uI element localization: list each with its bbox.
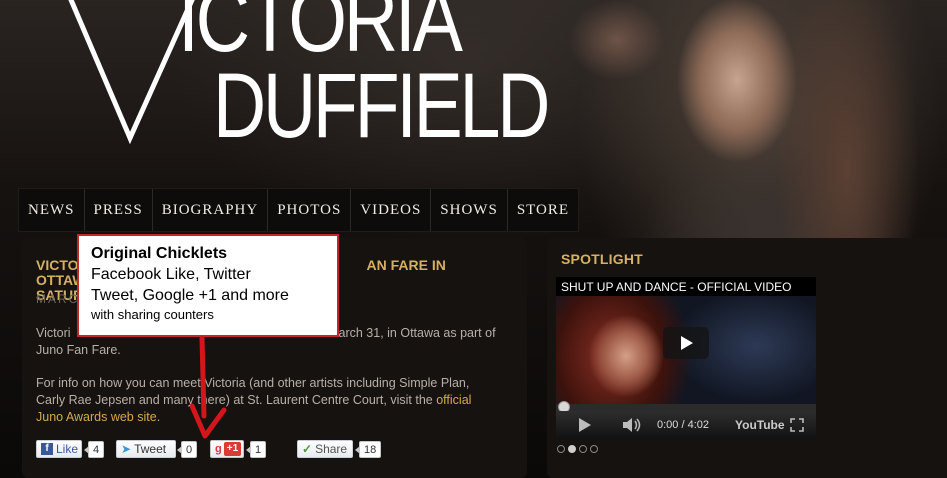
tweet-button[interactable]: ➤ Tweet [116, 440, 176, 458]
callout-line-2: Tweet, Google +1 and more [91, 287, 289, 304]
post-p2-end: . [156, 410, 161, 424]
post-p1-line2: Juno Fan Fare. [36, 343, 121, 357]
callout-line-1: Facebook Like, Twitter [91, 266, 251, 283]
official-link-part2[interactable]: Juno Awards web site [36, 410, 157, 424]
share-icon: ✓ [302, 442, 313, 456]
youtube-logo-icon[interactable]: YouTube [735, 418, 785, 432]
callout-arrow-icon [190, 336, 227, 439]
callout-small-text: with sharing counters [91, 307, 214, 322]
facebook-like-button[interactable]: f Like [36, 440, 82, 458]
share-button[interactable]: ✓ Share [297, 440, 353, 458]
share-count: 18 [354, 441, 382, 458]
nav-shows[interactable]: SHOWS [431, 189, 508, 231]
callout-title: Original Chicklets [91, 245, 228, 262]
slide-dot-2[interactable] [568, 445, 576, 453]
official-link-part1[interactable]: official [436, 393, 471, 407]
post-p2-line2-mid: there) at St. Laurent Centre Court, visi… [197, 393, 437, 407]
video-time: 0:00 / 4:02 [657, 419, 709, 431]
video-progress-bar[interactable] [556, 404, 816, 411]
volume-icon[interactable] [622, 418, 642, 432]
post-paragraph-2: For info on how you can meet Victoria (a… [36, 375, 511, 426]
logo-text-line2[interactable]: DUFFIELD [213, 60, 550, 152]
nav-photos[interactable]: PHOTOS [268, 189, 352, 231]
nav-press[interactable]: PRESS [85, 189, 153, 231]
facebook-like-count: 4 [83, 441, 105, 458]
nav-videos[interactable]: VIDEOS [351, 189, 432, 231]
tweet-label: Tweet [134, 442, 167, 456]
nav-news[interactable]: NEWS [19, 189, 85, 231]
post-p1-start: Victori [36, 326, 71, 340]
slide-dots [557, 445, 598, 453]
video-title[interactable]: SHUT UP AND DANCE - OFFICIAL VIDEO [556, 277, 816, 297]
post-date: MARC [36, 292, 80, 306]
google-plus-one-count: 1 [245, 441, 267, 458]
facebook-like-label: Like [56, 442, 79, 456]
chicklets-callout: Original Chicklets Facebook Like, Twitte… [77, 234, 339, 337]
post-p2-line2-start: Carly Rae Jepsen and many [36, 393, 198, 407]
slide-dot-1[interactable] [557, 445, 565, 453]
facebook-icon: f [41, 443, 53, 455]
main-nav: NEWS PRESS BIOGRAPHY PHOTOS VIDEOS SHOWS… [18, 188, 580, 232]
post-p2-line1: For info on how you can meet Victoria (a… [36, 376, 470, 390]
nav-store[interactable]: STORE [508, 189, 578, 231]
share-label: Share [315, 442, 348, 456]
post-p1-end: arch 31, in Ottawa as part of [338, 326, 496, 340]
spotlight-heading: SPOTLIGHT [561, 251, 643, 267]
slide-dot-4[interactable] [590, 445, 598, 453]
video-play-button[interactable] [663, 327, 709, 359]
fullscreen-icon[interactable] [790, 418, 804, 432]
control-play-icon[interactable] [579, 418, 591, 432]
slide-dot-3[interactable] [579, 445, 587, 453]
video-controls: 0:00 / 4:02 YouTube [556, 411, 816, 439]
post-title-left[interactable]: VICTO [36, 257, 79, 273]
nav-biography[interactable]: BIOGRAPHY [153, 189, 269, 231]
twitter-bird-icon: ➤ [121, 442, 132, 456]
